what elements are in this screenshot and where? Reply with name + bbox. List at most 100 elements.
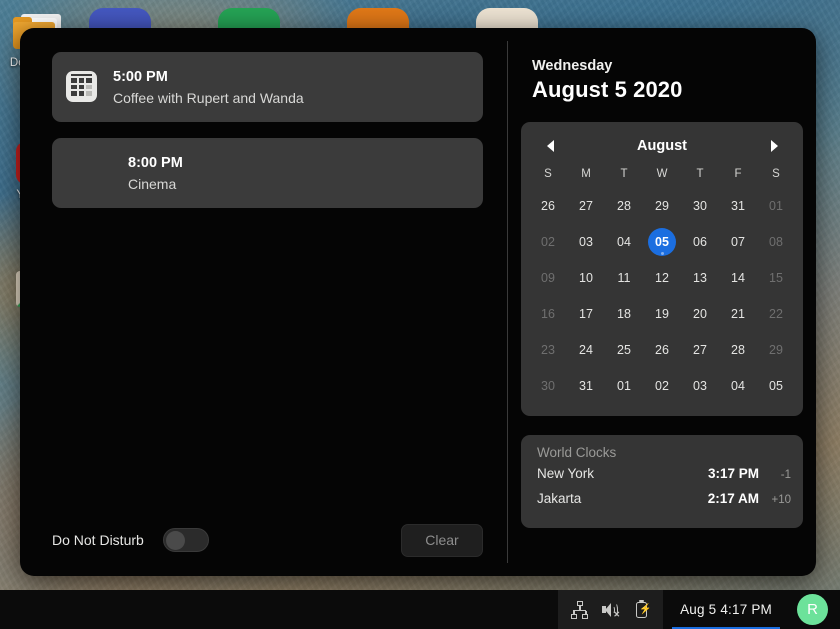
chevron-right-icon[interactable] bbox=[765, 136, 783, 156]
calendar-grid-icon bbox=[66, 71, 97, 102]
calendar-day-cell[interactable]: 13 bbox=[681, 260, 719, 296]
event-card[interactable]: 8:00 PM Cinema bbox=[52, 138, 483, 208]
calendar-day-cell[interactable]: 03 bbox=[567, 224, 605, 260]
calendar-day-cell[interactable]: 28 bbox=[605, 188, 643, 224]
calendar-card: August S M T W T F S 26 27 28 29 30 31 01 02 03 04 05 06 07… bbox=[521, 122, 803, 416]
calendar-day-cell[interactable]: 31 bbox=[719, 188, 757, 224]
network-icon[interactable] bbox=[571, 600, 589, 619]
calendar-day-cell[interactable]: 26 bbox=[643, 332, 681, 368]
calendar-day-cell[interactable]: 07 bbox=[719, 224, 757, 260]
calendar-day-cell[interactable]: 28 bbox=[719, 332, 757, 368]
calendar-day-cell[interactable]: 03 bbox=[681, 368, 719, 404]
calendar-day-cell[interactable]: 21 bbox=[719, 296, 757, 332]
calendar-day-number: 11 bbox=[617, 271, 631, 285]
world-clock-time: 3:17 PM bbox=[707, 466, 759, 481]
calendar-day-number: 12 bbox=[655, 271, 669, 285]
date-weekday: Wednesday bbox=[532, 58, 613, 74]
taskbar-clock-button[interactable]: Aug 5 4:17 PM bbox=[663, 590, 789, 629]
calendar-day-cell[interactable]: 27 bbox=[567, 188, 605, 224]
calendar-weekday-header: F bbox=[734, 168, 742, 180]
calendar-day-cell[interactable]: 02 bbox=[643, 368, 681, 404]
battery-charging-icon[interactable]: ⚡ bbox=[633, 599, 652, 619]
speaker-muted-icon[interactable]: ✕ bbox=[602, 601, 620, 619]
calendar-day-cell[interactable]: 22 bbox=[757, 296, 795, 332]
calendar-day-number: 28 bbox=[731, 343, 745, 357]
world-clock-offset: -1 bbox=[780, 469, 791, 481]
calendar-day-number: 31 bbox=[579, 379, 593, 393]
calendar-day-number: 16 bbox=[541, 307, 555, 321]
calendar-day-number: 27 bbox=[693, 343, 707, 357]
world-clock-time: 2:17 AM bbox=[707, 491, 759, 506]
calendar-day-cell[interactable]: 08 bbox=[757, 224, 795, 260]
do-not-disturb-toggle[interactable] bbox=[162, 528, 209, 552]
calendar-day-cell[interactable]: 16 bbox=[529, 296, 567, 332]
calendar-day-cell[interactable]: 27 bbox=[681, 332, 719, 368]
calendar-day-cell[interactable]: 02 bbox=[529, 224, 567, 260]
chevron-left-icon[interactable] bbox=[541, 136, 559, 156]
event-title: Cinema bbox=[128, 175, 177, 192]
avatar[interactable]: R bbox=[797, 594, 828, 625]
calendar-day-cell[interactable]: 05 bbox=[643, 224, 681, 260]
calendar-day-number: 25 bbox=[617, 343, 631, 357]
world-clocks-title: World Clocks bbox=[537, 445, 617, 460]
calendar-day-cell[interactable]: 30 bbox=[681, 188, 719, 224]
world-clock-city: Jakarta bbox=[537, 491, 582, 506]
calendar-day-number: 28 bbox=[617, 199, 631, 213]
calendar-day-cell[interactable]: 01 bbox=[605, 368, 643, 404]
calendar-day-cell[interactable]: 29 bbox=[757, 332, 795, 368]
calendar-day-cell[interactable]: 01 bbox=[757, 188, 795, 224]
taskbar: ✕ ⚡ Aug 5 4:17 PM R bbox=[0, 590, 840, 629]
date-full: August 5 2020 bbox=[532, 77, 683, 102]
world-clock-row: Jakarta 2:17 AM +10 bbox=[529, 491, 795, 516]
calendar-day-cell[interactable]: 30 bbox=[529, 368, 567, 404]
calendar-day-cell[interactable]: 10 bbox=[567, 260, 605, 296]
calendar-day-cell[interactable]: 09 bbox=[529, 260, 567, 296]
world-clocks-rows: New York 3:17 PM -1 Jakarta 2:17 AM +10 bbox=[529, 466, 795, 516]
calendar-day-number: 15 bbox=[769, 271, 783, 285]
calendar-day-number: 02 bbox=[655, 379, 669, 393]
calendar-day-number: 01 bbox=[769, 199, 783, 213]
calendar-day-cell[interactable]: 31 bbox=[567, 368, 605, 404]
world-clock-offset: +10 bbox=[771, 494, 791, 506]
calendar-day-cell[interactable]: 15 bbox=[757, 260, 795, 296]
calendar-day-cell[interactable]: 23 bbox=[529, 332, 567, 368]
calendar-day-cell[interactable]: 24 bbox=[567, 332, 605, 368]
calendar-day-cell[interactable]: 04 bbox=[605, 224, 643, 260]
world-clock-city: New York bbox=[537, 466, 595, 481]
calendar-weekday-header: T bbox=[620, 168, 628, 180]
calendar-day-cell[interactable]: 12 bbox=[643, 260, 681, 296]
calendar-day-cell[interactable]: 25 bbox=[605, 332, 643, 368]
calendar-day-cell[interactable]: 29 bbox=[643, 188, 681, 224]
calendar-day-number: 04 bbox=[617, 235, 631, 249]
calendar-day-event-dot bbox=[660, 252, 664, 255]
calendar-day-number: 26 bbox=[541, 199, 555, 213]
calendar-day-cell[interactable]: 11 bbox=[605, 260, 643, 296]
calendar-day-number: 01 bbox=[617, 379, 631, 393]
calendar-day-cell[interactable]: 06 bbox=[681, 224, 719, 260]
calendar-day-number: 03 bbox=[693, 379, 707, 393]
calendar-day-cell[interactable]: 04 bbox=[719, 368, 757, 404]
event-card[interactable]: 5:00 PM Coffee with Rupert and Wanda bbox=[52, 52, 483, 122]
calendar-day-cell[interactable]: 19 bbox=[643, 296, 681, 332]
calendar-notification-panel: 5:00 PM Coffee with Rupert and Wanda 8:0… bbox=[20, 28, 816, 576]
calendar-day-number: 05 bbox=[769, 379, 783, 393]
calendar-day-number: 13 bbox=[693, 271, 707, 285]
calendar-day-cell[interactable]: 17 bbox=[567, 296, 605, 332]
toggle-knob bbox=[165, 531, 185, 550]
event-icon-wrap bbox=[66, 71, 98, 103]
calendar-day-cell[interactable]: 26 bbox=[529, 188, 567, 224]
calendar-day-number: 07 bbox=[731, 235, 745, 249]
calendar-day-number: 08 bbox=[769, 235, 783, 249]
calendar-day-number: 21 bbox=[731, 307, 745, 321]
calendar-day-number: 14 bbox=[731, 271, 745, 285]
clear-button[interactable]: Clear bbox=[401, 523, 483, 557]
do-not-disturb-group: Do Not Disturb bbox=[52, 528, 209, 552]
calendar-day-cell[interactable]: 18 bbox=[605, 296, 643, 332]
calendar-day-number: 04 bbox=[731, 379, 745, 393]
calendar-day-number: 31 bbox=[731, 199, 745, 213]
calendar-day-number: 26 bbox=[655, 343, 669, 357]
calendar-day-cell[interactable]: 14 bbox=[719, 260, 757, 296]
calendar-day-cell[interactable]: 20 bbox=[681, 296, 719, 332]
calendar-day-number: 24 bbox=[579, 343, 593, 357]
calendar-day-cell[interactable]: 05 bbox=[757, 368, 795, 404]
